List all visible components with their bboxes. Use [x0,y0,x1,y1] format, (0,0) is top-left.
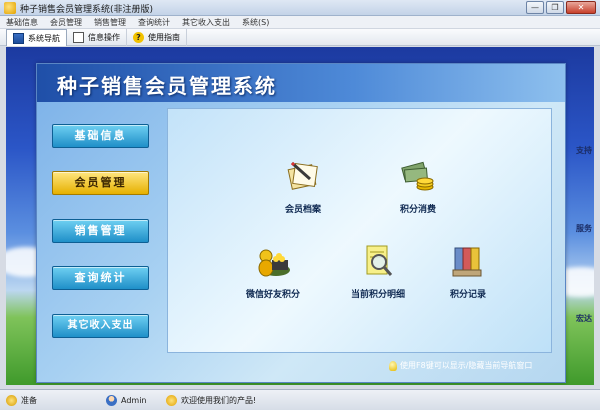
app-icon [4,2,16,14]
toolbar-guide-button[interactable]: ? 使用指南 [127,29,187,46]
feature-wechat-points[interactable]: 微信好友积分 [228,242,318,300]
toolbar-label: 使用指南 [148,33,180,42]
document-icon [73,32,84,43]
feature-label: 微信好友积分 [245,290,300,300]
feature-points-record[interactable]: 积分记录 [423,242,513,300]
status-user-text: Admin [121,395,147,405]
help-icon: ? [133,32,144,43]
minimize-button[interactable]: — [526,1,544,14]
menu-bar: 基础信息 会员管理 销售管理 查询统计 其它收入支出 系统(S) [0,16,600,29]
lightbulb-icon [389,360,397,371]
panel-title: 种子销售会员管理系统 [57,74,277,98]
status-user: Admin [100,394,160,406]
hint-text: 使用F8键可以显示/隐藏当前导航窗口 [400,361,533,370]
feature-label: 积分消费 [399,205,436,215]
workspace-background: 支持 服务 宏达 种子销售会员管理系统 基础信息 会员管理 销售管理 查询统计 … [6,47,594,385]
status-bar: 准备 Admin 欢迎使用我们的产品! [0,389,600,410]
menu-basic-info[interactable]: 基础信息 [6,16,38,28]
feature-label: 会员档案 [284,205,321,215]
feature-area: 会员档案 积分消费 微信好友积分 当前积分明细 积分记录 [167,108,552,353]
title-bar: 种子销售会员管理系统(非注册版) — ❐ ✕ [0,0,600,16]
wechat-points-icon [258,249,290,277]
status-ready: 准备 [0,394,100,406]
smile-icon [166,394,177,406]
navigation-panel: 种子销售会员管理系统 基础信息 会员管理 销售管理 查询统计 其它收入支出 会员… [36,63,566,383]
feature-member-file[interactable]: 会员档案 [258,157,348,215]
points-detail-icon [366,245,393,276]
menu-system[interactable]: 系统(S) [242,16,269,28]
status-message: 欢迎使用我们的产品! [160,394,257,406]
menu-sales[interactable]: 销售管理 [94,16,126,28]
status-ready-text: 准备 [21,395,37,405]
feature-points-detail[interactable]: 当前积分明细 [333,242,423,300]
nav-sales-button[interactable]: 销售管理 [52,219,149,243]
menu-member[interactable]: 会员管理 [50,16,82,28]
points-consume-icon [401,161,434,191]
background-side-text: 宏达 [576,314,592,323]
menu-query[interactable]: 查询统计 [138,16,170,28]
lightbulb-icon [6,394,17,406]
toolbar-label: 信息操作 [88,33,120,42]
restore-button[interactable]: ❐ [546,1,564,14]
nav-other-income-button[interactable]: 其它收入支出 [52,314,149,338]
user-icon [106,394,117,406]
status-message-text: 欢迎使用我们的产品! [181,395,257,405]
nav-member-button[interactable]: 会员管理 [52,171,149,195]
f8-hint: 使用F8键可以显示/隐藏当前导航窗口 [389,360,532,371]
window-title: 种子销售会员管理系统(非注册版) [20,5,154,15]
nav-icon [13,32,24,44]
window-controls: — ❐ ✕ [526,1,596,14]
background-side-text: 服务 [576,224,592,233]
close-button[interactable]: ✕ [566,1,596,14]
points-record-icon [452,247,482,277]
menu-other-income[interactable]: 其它收入支出 [182,16,230,28]
toolbar-system-nav-button[interactable]: 系统导航 [6,29,67,46]
member-file-icon [287,161,318,190]
toolbar: 系统导航 信息操作 ? 使用指南 [0,29,600,46]
panel-header: 种子销售会员管理系统 [37,64,565,102]
background-side-text: 支持 [576,146,592,155]
feature-label: 积分记录 [449,290,486,300]
toolbar-info-ops-button[interactable]: 信息操作 [67,29,127,46]
toolbar-label: 系统导航 [28,33,60,43]
feature-label: 当前积分明细 [350,290,405,300]
nav-query-button[interactable]: 查询统计 [52,266,149,290]
nav-basic-info-button[interactable]: 基础信息 [52,124,149,148]
feature-points-consume[interactable]: 积分消费 [373,157,463,215]
